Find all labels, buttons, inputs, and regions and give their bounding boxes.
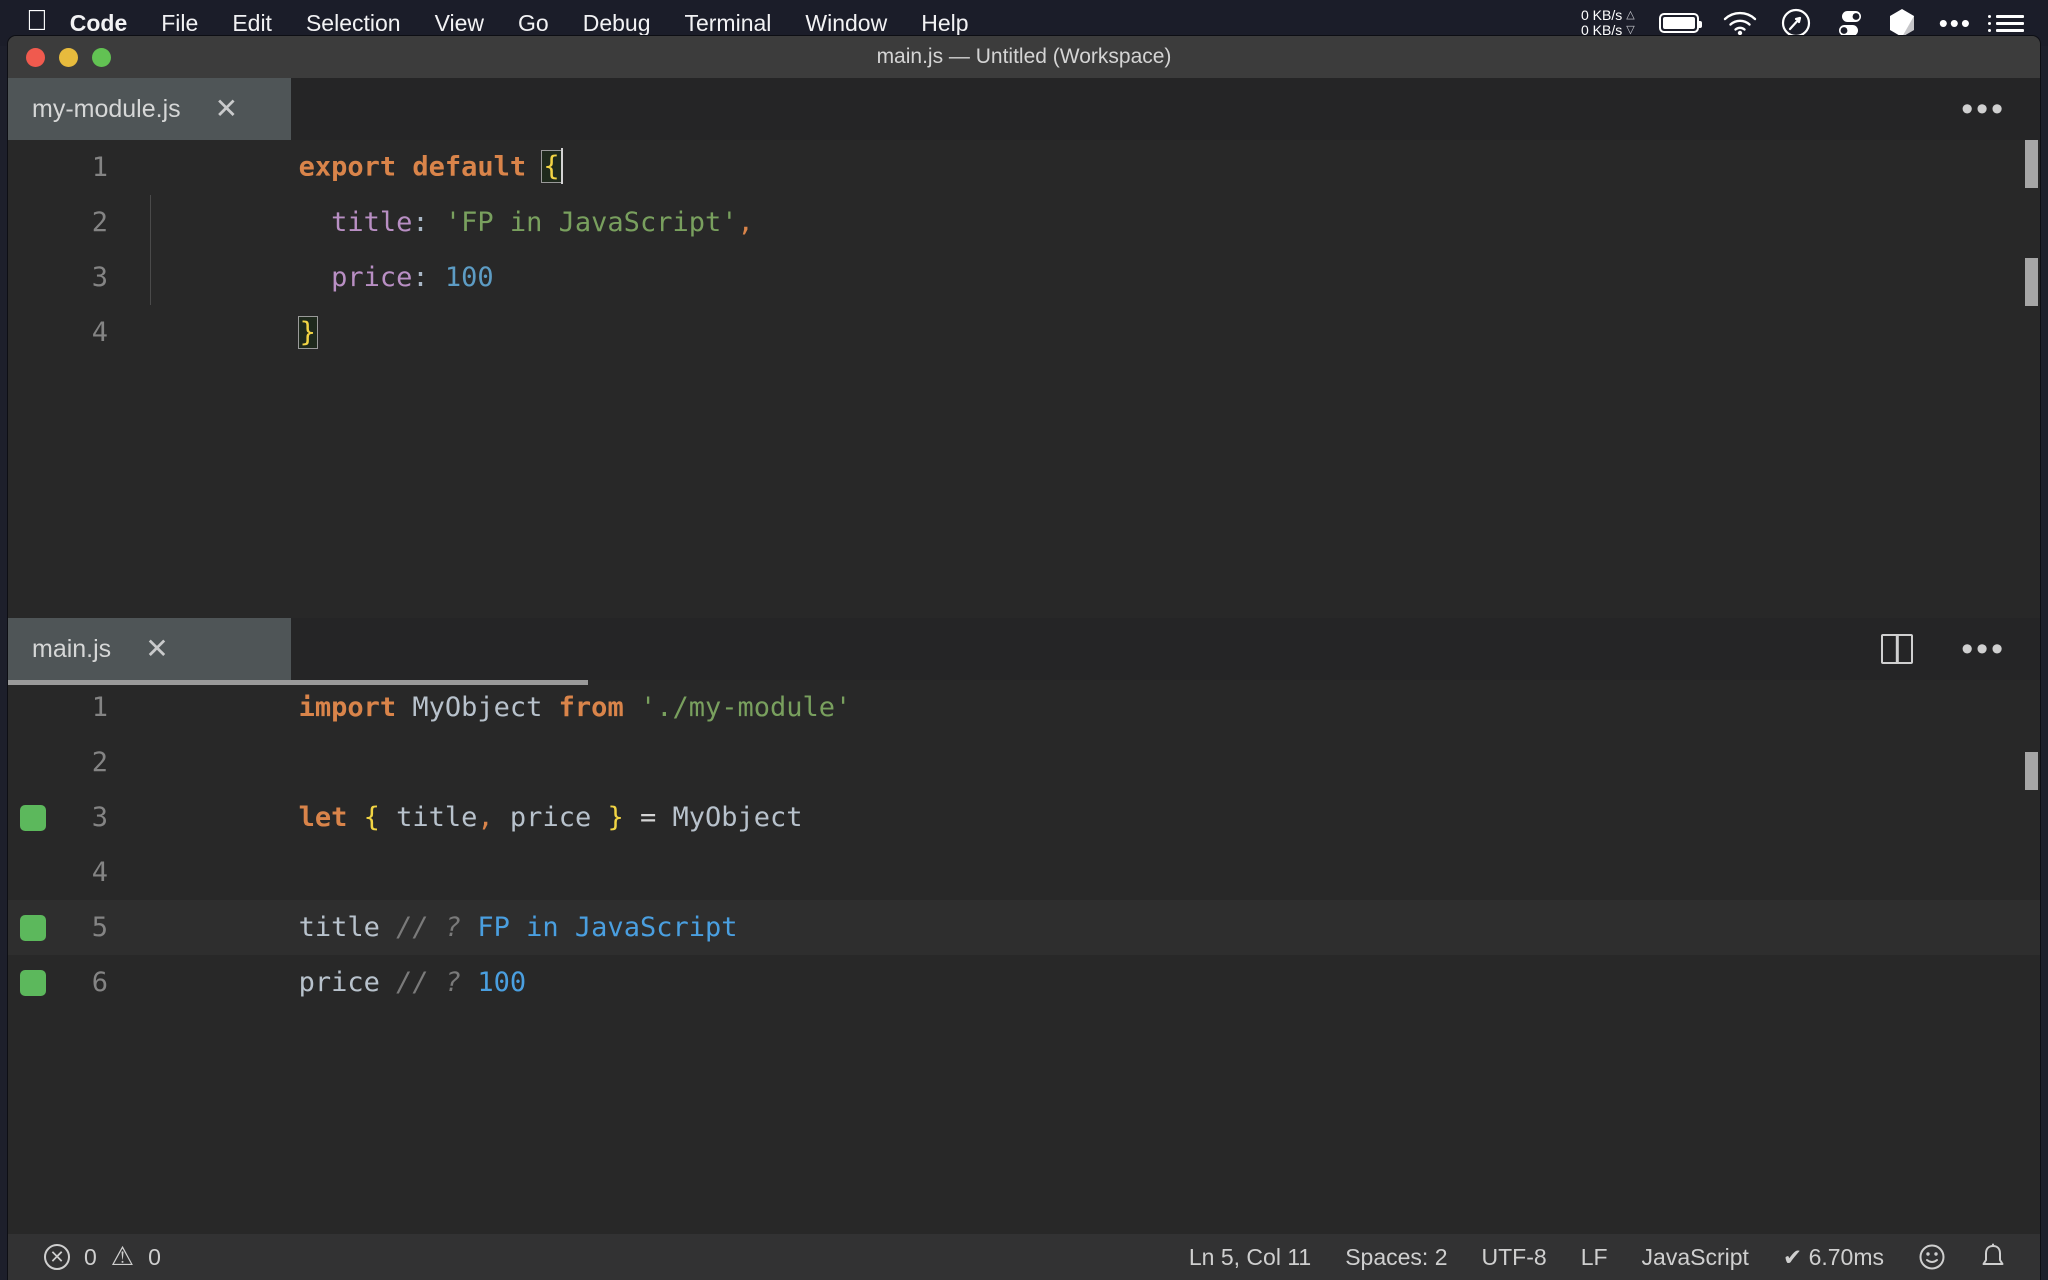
language-mode[interactable]: JavaScript <box>1642 1244 1749 1271</box>
menu-item-view[interactable]: View <box>435 10 484 37</box>
eol-setting[interactable]: LF <box>1581 1244 1608 1271</box>
window-titlebar: main.js — Untitled (Workspace) <box>8 36 2040 78</box>
toggles-icon[interactable] <box>1835 8 1865 38</box>
status-bar-left: ✕ 0 ⚠ 0 <box>8 1243 161 1271</box>
editor-group-bottom: main.js ✕ ••• 1 import MyObject from './… <box>8 618 2040 1234</box>
scrollbar-thumb[interactable] <box>2025 140 2038 188</box>
error-icon[interactable]: ✕ <box>44 1244 70 1270</box>
tabbar-top: my-module.js ✕ ••• <box>8 78 2040 140</box>
token-variable: MyObject <box>412 692 559 723</box>
cursor-position[interactable]: Ln 5, Col 11 <box>1189 1244 1311 1271</box>
menu-item-terminal[interactable]: Terminal <box>684 10 771 37</box>
tabbar-bottom-actions: ••• <box>1881 618 2040 680</box>
code-line: 1 import MyObject from './my-module' <box>8 680 2040 735</box>
vscode-window: main.js — Untitled (Workspace) my-module… <box>8 36 2040 1280</box>
menu-item-go[interactable]: Go <box>518 10 549 37</box>
traffic-lights <box>26 47 111 67</box>
code-line: 6 price // ? 100 <box>8 955 2040 1010</box>
menubar-status-area: 0 KB/s △ 0 KB/s ▽ ••• <box>1581 8 2048 38</box>
apple-menu-icon[interactable]:  <box>26 6 48 36</box>
indentation-setting[interactable]: Spaces: 2 <box>1345 1244 1447 1271</box>
token-brace-open: { <box>363 802 380 833</box>
quokka-status[interactable]: ✔ 6.70ms <box>1783 1244 1884 1271</box>
menu-item-selection[interactable]: Selection <box>306 10 401 37</box>
split-editor-icon[interactable] <box>1881 634 1914 664</box>
code-editor-main[interactable]: 1 import MyObject from './my-module' 2 3… <box>8 680 2040 1234</box>
ellipsis-icon[interactable]: ••• <box>1939 10 1972 36</box>
token-variable-price: price <box>493 802 608 833</box>
line-number: 3 <box>91 262 108 293</box>
scrollbar-thumb[interactable] <box>2025 752 2038 790</box>
quokka-inline-value: 100 <box>477 967 527 998</box>
token-keyword: import <box>298 692 413 723</box>
feedback-smiley-icon[interactable] <box>1918 1243 1946 1271</box>
token-operator: = <box>623 802 673 833</box>
close-window-button[interactable] <box>26 47 45 67</box>
tab-my-module-js[interactable]: my-module.js ✕ <box>8 78 292 140</box>
menu-item-code[interactable]: Code <box>70 10 128 37</box>
status-bar-right: Ln 5, Col 11 Spaces: 2 UTF-8 LF JavaScri… <box>1189 1243 2040 1271</box>
quokka-marker <box>20 804 46 831</box>
line-number: 4 <box>91 857 108 888</box>
token-colon: : <box>412 262 445 293</box>
more-actions-icon[interactable]: ••• <box>1961 632 2006 666</box>
token-keyword-from: from <box>558 692 640 723</box>
warning-count[interactable]: 0 <box>148 1244 161 1271</box>
token-variable: price <box>298 967 397 998</box>
vertical-scrollbar-top[interactable] <box>2022 140 2040 618</box>
tab-main-js[interactable]: main.js ✕ <box>8 618 292 680</box>
vertical-scrollbar-bottom[interactable] <box>2022 680 2040 1234</box>
shard-icon[interactable] <box>1889 8 1915 38</box>
scrollbar-thumb-secondary[interactable] <box>2025 258 2038 306</box>
token-comma: , <box>477 802 494 833</box>
network-speed-indicator[interactable]: 0 KB/s △ 0 KB/s ▽ <box>1581 8 1635 38</box>
menu-item-edit[interactable]: Edit <box>232 10 272 37</box>
code-line: 3 let { title, price } = MyObject <box>8 790 2040 845</box>
line-number: 1 <box>91 692 108 723</box>
token-keyword: let <box>298 802 364 833</box>
code-editor-my-module[interactable]: 1 export default { 2 title: 'FP in JavaS… <box>8 140 2040 618</box>
token-brace-close: } <box>607 802 624 833</box>
tabbar-bottom: main.js ✕ ••• <box>8 618 2040 680</box>
battery-icon[interactable] <box>1658 13 1702 33</box>
wifi-icon[interactable] <box>1723 10 1757 36</box>
editor-group-top: my-module.js ✕ ••• 1 export default { 2 … <box>8 78 2040 618</box>
tab-label: main.js <box>32 634 112 663</box>
code-line: 4 } <box>8 305 2040 360</box>
line-number: 4 <box>91 317 108 348</box>
close-icon[interactable]: ✕ <box>215 95 238 123</box>
tab-label: my-module.js <box>32 94 181 123</box>
line-number: 1 <box>91 152 108 183</box>
token-comma: , <box>737 207 754 238</box>
control-center-list-icon[interactable] <box>1988 14 2024 32</box>
upload-triangle-icon: △ <box>1626 9 1635 21</box>
token-comment: // ? <box>396 967 478 998</box>
token-brace: } <box>297 316 318 349</box>
compass-icon[interactable] <box>1781 8 1811 38</box>
warning-icon[interactable]: ⚠ <box>111 1243 134 1269</box>
status-bar: ✕ 0 ⚠ 0 Ln 5, Col 11 Spaces: 2 UTF-8 LF … <box>8 1234 2040 1280</box>
quokka-marker <box>20 969 46 996</box>
token-variable-myobject: MyObject <box>672 802 803 833</box>
menu-item-debug[interactable]: Debug <box>583 10 651 37</box>
encoding-setting[interactable]: UTF-8 <box>1482 1244 1547 1271</box>
window-title: main.js — Untitled (Workspace) <box>876 45 1172 68</box>
quokka-marker <box>20 914 46 941</box>
error-count[interactable]: 0 <box>84 1244 97 1271</box>
minimize-window-button[interactable] <box>59 47 78 67</box>
menu-item-window[interactable]: Window <box>805 10 887 37</box>
network-upload-value: 0 KB/s <box>1580 7 1623 23</box>
token-string: './my-module' <box>639 692 852 723</box>
menu-item-help[interactable]: Help <box>921 10 968 37</box>
more-actions-icon[interactable]: ••• <box>1961 92 2006 126</box>
token-variable-title: title <box>379 802 478 833</box>
line-number: 2 <box>91 207 108 238</box>
token-number: 100 <box>444 262 494 293</box>
menu-item-file[interactable]: File <box>161 10 198 37</box>
line-number: 2 <box>91 747 108 778</box>
close-icon[interactable]: ✕ <box>145 635 168 663</box>
zoom-window-button[interactable] <box>92 47 111 67</box>
notifications-bell-icon[interactable] <box>1980 1243 2006 1271</box>
tabbar-top-actions: ••• <box>1961 78 2040 140</box>
